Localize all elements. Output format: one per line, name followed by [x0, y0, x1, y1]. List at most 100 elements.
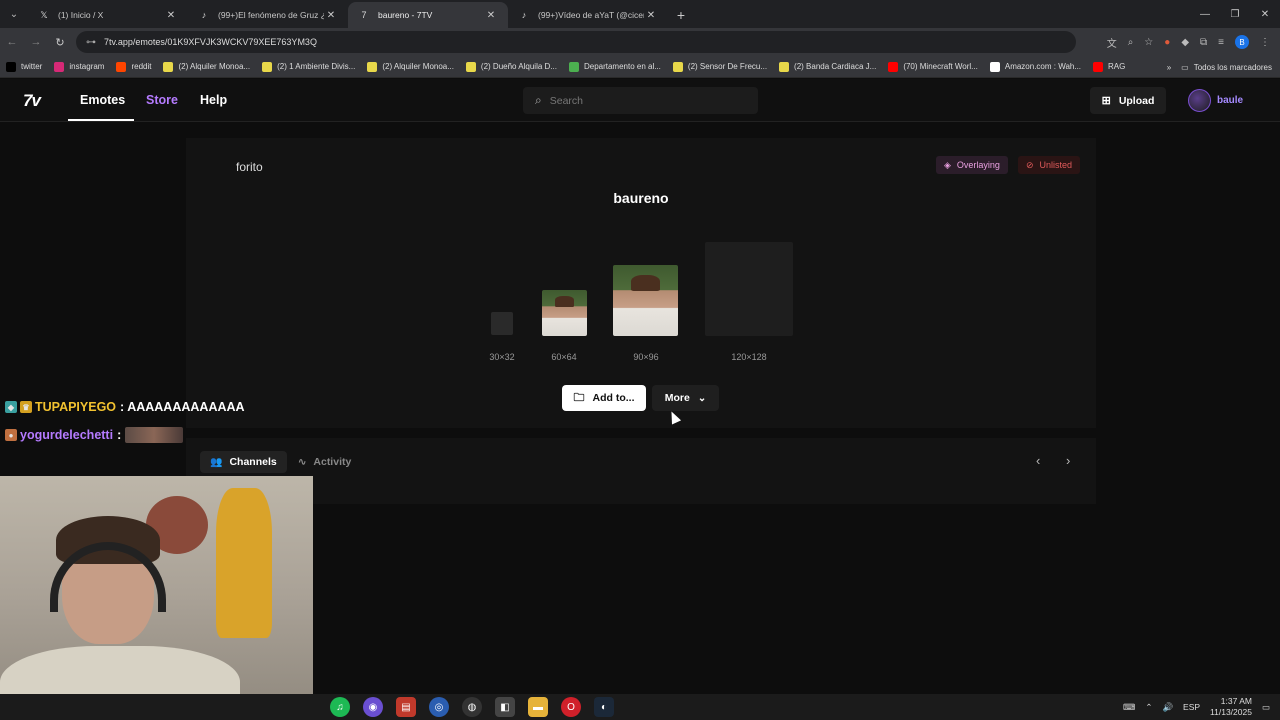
clock[interactable]: 1:37 AM 11/13/2025	[1210, 696, 1252, 718]
bookmark-item[interactable]: (2) 1 Ambiente Divis...	[262, 61, 355, 72]
chrome-icon[interactable]: ◎	[429, 697, 449, 717]
bookmark-favicon-icon	[54, 61, 65, 72]
bookmark-item[interactable]: Departamento en al...	[568, 61, 661, 72]
spotify-icon[interactable]: ♫	[330, 697, 350, 717]
forward-button[interactable]: →	[24, 30, 48, 54]
emote-preview-60	[542, 290, 587, 336]
tab-search-icon[interactable]: ⌄	[0, 0, 28, 28]
back-button[interactable]: ←	[0, 30, 24, 54]
bookmark-item[interactable]: twitter	[6, 61, 42, 72]
nav-help[interactable]: Help	[200, 93, 227, 107]
bookmark-item[interactable]: reddit	[116, 61, 151, 72]
eye-off-icon: ⊘	[1026, 159, 1034, 170]
nav-emotes[interactable]: Emotes	[80, 93, 125, 107]
tab-x[interactable]: 𝕏 (1) Inicio / X ✕	[28, 2, 188, 28]
bookmark-favicon-icon	[779, 61, 790, 72]
media-control-icon[interactable]: ≡	[1218, 37, 1224, 48]
webcam-overlay	[0, 476, 313, 720]
username[interactable]: baule	[1217, 95, 1243, 106]
zoom-icon[interactable]: ⌕	[1128, 37, 1134, 48]
close-icon[interactable]: ✕	[164, 10, 178, 21]
language-indicator[interactable]: ESP	[1183, 702, 1200, 712]
bookmark-favicon-icon	[1093, 61, 1104, 72]
all-bookmarks[interactable]: » ▭ Todos los marcadores	[1167, 56, 1272, 78]
7tv-logo[interactable]: 7v	[23, 91, 41, 111]
close-icon[interactable]: ✕	[644, 10, 658, 21]
site-header: 7v Emotes Store Help ⌕ Search ⊞ Upload b…	[0, 79, 1280, 122]
translate-icon[interactable]: 文	[1107, 35, 1117, 50]
sub-badge-icon: ◆	[5, 401, 17, 413]
tab-tiktok-1[interactable]: ♪ (99+)El fenómeno de Gruz ¿Se l ✕	[188, 2, 348, 28]
more-button[interactable]: More ⌄	[652, 385, 719, 411]
window-controls: — ❐ ✕	[1190, 0, 1280, 28]
windows-taskbar: ♫ ◉ ▤ ◎ ◍ ◧ ▬ O ◐ ⌨ ⌃ 🔊 ESP 1:37 AM 11/1…	[0, 694, 1280, 720]
emote-preview-30	[491, 312, 513, 335]
notification-icon[interactable]: ▭	[1262, 702, 1270, 713]
search-input[interactable]: ⌕ Search	[523, 87, 758, 114]
chevron-up-icon[interactable]: ⌃	[1145, 702, 1152, 713]
close-icon[interactable]: ✕	[324, 10, 338, 21]
keyboard-icon[interactable]: ⌨	[1123, 702, 1135, 713]
user-avatar[interactable]	[1188, 89, 1211, 112]
bookmark-item[interactable]: (70) Minecraft Worl...	[888, 61, 978, 72]
emote-owner[interactable]: forito	[236, 160, 263, 174]
new-tab-button[interactable]: +	[668, 2, 694, 28]
tab-7tv[interactable]: 7 baureno - 7TV ✕	[348, 2, 508, 28]
add-to-button[interactable]: 🗀 Add to...	[562, 385, 646, 411]
crown-icon: ♛	[20, 401, 32, 413]
bookmark-item[interactable]: (2) Banda Cardiaca J...	[779, 61, 876, 72]
overlaying-badge: ◈ Overlaying	[936, 156, 1008, 174]
bookmark-star-icon[interactable]: ☆	[1144, 37, 1153, 48]
chevron-right-icon[interactable]: »	[1167, 63, 1171, 72]
7tv-icon: 7	[361, 10, 367, 20]
chat-message: ◆ ♛ TUPAPIYEGO : AAAAAAAAAAAAA	[5, 400, 245, 414]
url-field[interactable]: ⊶ 7tv.app/emotes/01K9XFVJK3WCKV79XEE763Y…	[76, 31, 1076, 53]
size-label-90: 90×96	[633, 352, 659, 362]
bookmark-item[interactable]: (2) Sensor De Frecu...	[672, 61, 767, 72]
voicemeeter-icon[interactable]: ▤	[396, 697, 416, 717]
bookmark-favicon-icon	[163, 61, 174, 72]
obs-icon[interactable]: ◍	[462, 697, 482, 717]
nav-active-indicator	[68, 119, 134, 121]
emote-panel: forito ◈ Overlaying ⊘ Unlisted baureno 3…	[186, 138, 1096, 428]
chat-emote-image	[125, 427, 184, 443]
discord-icon[interactable]: ◉	[363, 697, 383, 717]
tiktok-icon: ♪	[201, 10, 207, 20]
bookmark-item[interactable]: instagram	[54, 61, 104, 72]
extension-red-icon[interactable]: ●	[1164, 37, 1170, 48]
opera-icon[interactable]: O	[561, 697, 581, 717]
bookmark-item[interactable]: (2) Dueño Alquila D...	[465, 61, 557, 72]
capcut-icon[interactable]: ◧	[495, 697, 515, 717]
folder-plus-icon: 🗀	[573, 391, 585, 404]
speaker-icon[interactable]: 🔊	[1162, 702, 1173, 713]
nav-store[interactable]: Store	[146, 93, 178, 107]
menu-kebab-icon[interactable]: ⋮	[1260, 37, 1270, 48]
chevron-down-icon: ⌄	[697, 392, 707, 404]
extensions-puzzle-icon[interactable]: ⧉	[1200, 37, 1207, 48]
restore-icon[interactable]: ❐	[1220, 0, 1250, 28]
steam-icon[interactable]: ◐	[594, 697, 614, 717]
prev-page-icon[interactable]: ‹	[1036, 453, 1040, 468]
tab-tiktok-2[interactable]: ♪ (99+)Vídeo de aYaT (@cicem.u ✕	[508, 2, 668, 28]
upload-button[interactable]: ⊞ Upload	[1090, 87, 1166, 114]
browser-tab-bar: ⌄ 𝕏 (1) Inicio / X ✕ ♪ (99+)El fenómeno …	[0, 0, 1280, 28]
close-window-icon[interactable]: ✕	[1250, 0, 1280, 28]
emote-preview-90	[613, 265, 678, 336]
minimize-icon[interactable]: —	[1190, 0, 1220, 28]
site-info-icon[interactable]: ⊶	[86, 37, 96, 48]
file-explorer-icon[interactable]: ▬	[528, 697, 548, 717]
close-icon[interactable]: ✕	[484, 10, 498, 21]
emote-preview-120	[705, 242, 793, 336]
next-page-icon[interactable]: ›	[1066, 453, 1070, 468]
bookmark-favicon-icon	[672, 61, 683, 72]
bookmark-favicon-icon	[989, 61, 1000, 72]
reload-button[interactable]: ↻	[48, 30, 72, 54]
bookmark-item[interactable]: RAG	[1093, 61, 1125, 72]
bookmark-item[interactable]: Amazon.com : Wah...	[989, 61, 1081, 72]
bookmark-item[interactable]: (2) Alquiler Monoa...	[163, 61, 250, 72]
bookmark-item[interactable]: (2) Alquiler Monoa...	[367, 61, 454, 72]
profile-avatar[interactable]: B	[1235, 35, 1249, 49]
unlisted-badge: ⊘ Unlisted	[1018, 156, 1081, 174]
extension-icon[interactable]: ◆	[1181, 37, 1189, 48]
layers-icon: ◈	[944, 159, 951, 170]
